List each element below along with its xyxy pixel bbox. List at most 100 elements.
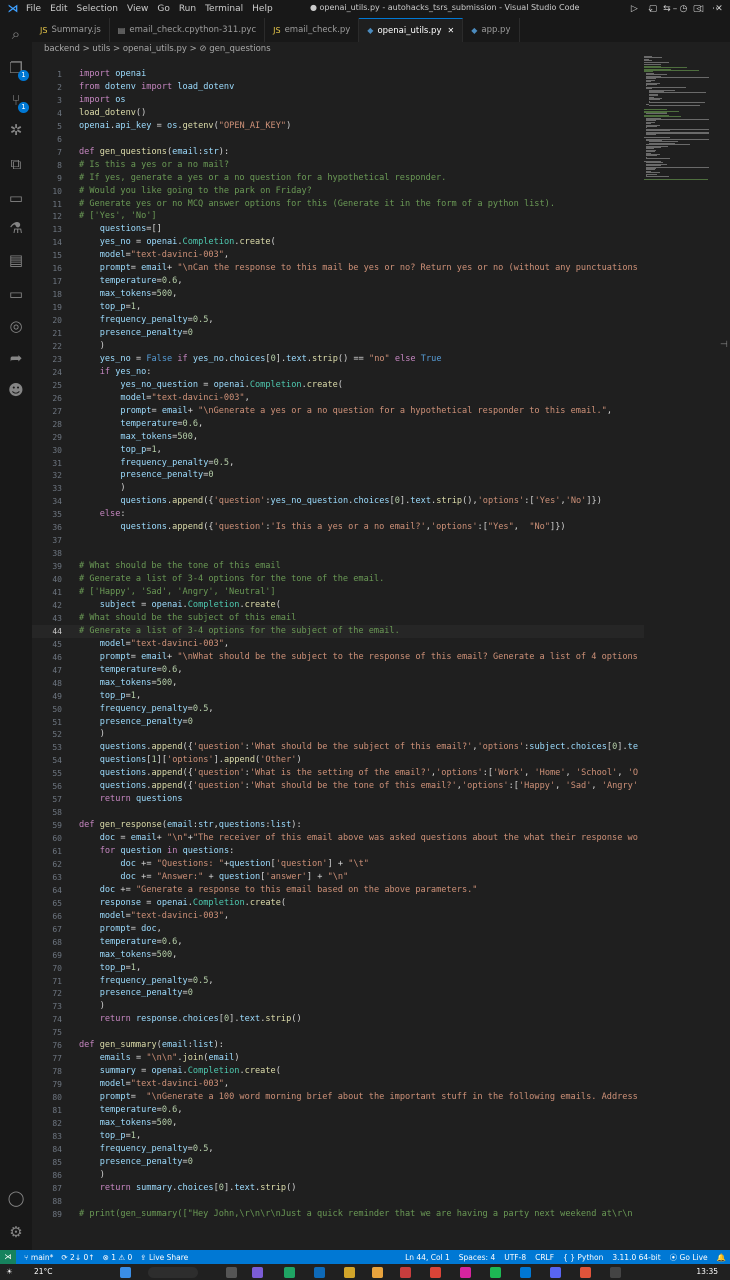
code-line[interactable]: 39 # What should be the tone of this emai… xyxy=(32,560,644,573)
code-line[interactable]: 32 presence_penalty=0 xyxy=(32,469,644,482)
code-line[interactable]: 87 return summary.choices[0].text.strip(… xyxy=(32,1182,644,1195)
code-line[interactable]: 75 xyxy=(32,1026,644,1039)
discord-icon[interactable] xyxy=(550,1267,561,1278)
code-line[interactable]: 34 questions.append({'question':yes_no_q… xyxy=(32,495,644,508)
code-line[interactable]: 16 prompt= email+ "\nCan the response to… xyxy=(32,262,644,275)
code-line[interactable]: 4 load_dotenv() xyxy=(32,107,644,120)
extensions-icon[interactable]: ⧉ xyxy=(6,154,26,174)
code-line[interactable]: 46 prompt= email+ "\nWhat should be the … xyxy=(32,651,644,664)
code-line[interactable]: 52 ) xyxy=(32,728,644,741)
indentation[interactable]: Spaces: 4 xyxy=(459,1253,495,1262)
settings-gear-icon[interactable]: ⚙ xyxy=(6,1222,26,1242)
code-line[interactable]: 84 frequency_penalty=0.5, xyxy=(32,1143,644,1156)
code-line[interactable]: 83 top_p=1, xyxy=(32,1130,644,1143)
code-line[interactable]: 9 # If yes, generate a yes or a no questi… xyxy=(32,172,644,185)
code-line[interactable]: 81 temperature=0.6, xyxy=(32,1104,644,1117)
code-line[interactable]: 33 ) xyxy=(32,482,644,495)
tab-email-check-cpython-311-pyc[interactable]: ▤ email_check.cpython-311.pyc xyxy=(110,18,266,42)
code-line[interactable]: 28 temperature=0.6, xyxy=(32,418,644,431)
code-line[interactable]: 73 ) xyxy=(32,1000,644,1013)
branch-status[interactable]: ⑂ main* xyxy=(24,1253,53,1262)
code-line[interactable]: 42 subject = openai.Completion.create( xyxy=(32,599,644,612)
debug-icon[interactable]: ✲ xyxy=(6,120,26,140)
code-line[interactable]: 48 max_tokens=500, xyxy=(32,677,644,690)
app-icon-7[interactable] xyxy=(610,1267,621,1278)
code-line[interactable]: 30 top_p=1, xyxy=(32,444,644,457)
code-line[interactable]: 35 else: xyxy=(32,508,644,521)
code-line[interactable]: 67 prompt= doc, xyxy=(32,923,644,936)
code-line[interactable]: 24 if yes_no: xyxy=(32,366,644,379)
code-line[interactable]: 37 xyxy=(32,534,644,547)
code-line[interactable]: 36 questions.append({'question':'Is this… xyxy=(32,521,644,534)
code-line[interactable]: 59 def gen_response(email:str,questions:l… xyxy=(32,819,644,832)
code-line[interactable]: 1 import openai xyxy=(32,68,644,81)
code-line[interactable]: 68 temperature=0.6, xyxy=(32,936,644,949)
code-line[interactable]: 74 return response.choices[0].text.strip… xyxy=(32,1013,644,1026)
folder-icon[interactable]: ▭ xyxy=(6,284,26,304)
menu-go[interactable]: Go xyxy=(157,4,169,14)
menu-file[interactable]: File xyxy=(26,4,41,14)
code-line[interactable]: 12 # ['Yes', 'No'] xyxy=(32,210,644,223)
sync-status[interactable]: ⟳ 2↓ 0↑ xyxy=(61,1253,94,1262)
live-share-icon[interactable]: ➦ xyxy=(6,348,26,368)
code-line[interactable]: 77 emails = "\n\n".join(email) xyxy=(32,1052,644,1065)
code-line[interactable]: 58 xyxy=(32,806,644,819)
code-line[interactable]: 88 xyxy=(32,1195,644,1208)
code-line[interactable]: 76 def gen_summary(email:list): xyxy=(32,1039,644,1052)
code-line[interactable]: 55 questions.append({'question':'What is… xyxy=(32,767,644,780)
code-line[interactable]: 56 questions.append({'question':'What sh… xyxy=(32,780,644,793)
code-line[interactable]: 57 return questions xyxy=(32,793,644,806)
vscode-taskbar-icon[interactable] xyxy=(520,1267,531,1278)
remote-explorer-icon[interactable]: ▭ xyxy=(6,188,26,208)
code-line[interactable]: 19 top_p=1, xyxy=(32,301,644,314)
code-line[interactable]: 47 temperature=0.6, xyxy=(32,664,644,677)
account-icon[interactable]: ◯ xyxy=(6,1188,26,1208)
testing-icon[interactable]: ⚗ xyxy=(6,218,26,238)
code-line[interactable]: 70 top_p=1, xyxy=(32,962,644,975)
code-line[interactable]: 78 summary = openai.Completion.create( xyxy=(32,1065,644,1078)
encoding[interactable]: UTF-8 xyxy=(504,1253,526,1262)
app-icon-4[interactable] xyxy=(344,1267,355,1278)
code-line[interactable]: 82 max_tokens=500, xyxy=(32,1117,644,1130)
taskbar-search[interactable] xyxy=(148,1267,198,1278)
interpreter[interactable]: 3.11.0 64-bit xyxy=(612,1253,660,1262)
code-line[interactable]: 18 max_tokens=500, xyxy=(32,288,644,301)
code-line[interactable]: 65 response = openai.Completion.create( xyxy=(32,897,644,910)
code-line[interactable]: 40 # Generate a list of 3-4 options for t… xyxy=(32,573,644,586)
code-line[interactable]: 26 model="text-davinci-003", xyxy=(32,392,644,405)
editor-actions[interactable]: ▷ ⌄ ⇆ ◷ ◁ ⋯ xyxy=(631,4,724,14)
code-line[interactable]: 3 import os xyxy=(32,94,644,107)
code-line[interactable]: 31 frequency_penalty=0.5, xyxy=(32,457,644,470)
go-live[interactable]: ⦿ Go Live xyxy=(670,1252,708,1263)
breadcrumb[interactable]: backend > utils > openai_utils.py > ⊘ ge… xyxy=(44,44,271,54)
code-editor[interactable]: 1 import openai 2 from dotenv import load_d… xyxy=(32,56,644,1248)
app-icon-5[interactable] xyxy=(400,1267,411,1278)
code-line[interactable]: 15 model="text-davinci-003", xyxy=(32,249,644,262)
code-line[interactable]: 43 # What should be the subject of this e… xyxy=(32,612,644,625)
code-line[interactable]: 60 doc = email+ "\n"+"The receiver of th… xyxy=(32,832,644,845)
code-line[interactable]: 6 xyxy=(32,133,644,146)
minimap[interactable] xyxy=(644,56,720,186)
file-explorer-icon[interactable] xyxy=(372,1267,383,1278)
code-line[interactable]: 10 # Would you like going to the park on … xyxy=(32,185,644,198)
menu-terminal[interactable]: Terminal xyxy=(205,4,243,14)
code-line[interactable]: 51 presence_penalty=0 xyxy=(32,716,644,729)
eol[interactable]: CRLF xyxy=(535,1253,554,1262)
code-line[interactable]: 8 # Is this a yes or a no mail? xyxy=(32,159,644,172)
code-line[interactable]: 53 questions.append({'question':'What sh… xyxy=(32,741,644,754)
code-line[interactable]: 25 yes_no_question = openai.Completion.c… xyxy=(32,379,644,392)
tab-openai-utils-py[interactable]: ◆ openai_utils.py ✕ xyxy=(359,18,464,42)
search-icon[interactable]: ⌕ xyxy=(6,24,26,44)
menu-view[interactable]: View xyxy=(127,4,148,14)
start-icon[interactable] xyxy=(120,1267,131,1278)
code-line[interactable]: 2 from dotenv import load_dotenv xyxy=(32,81,644,94)
code-line[interactable]: 72 presence_penalty=0 xyxy=(32,987,644,1000)
notifications-icon[interactable]: 🔔 xyxy=(717,1253,726,1262)
docker-icon[interactable]: ▤ xyxy=(6,250,26,270)
tab-summary-js[interactable]: JS Summary.js xyxy=(32,18,110,42)
menu-edit[interactable]: Edit xyxy=(50,4,67,14)
code-line[interactable]: 63 doc += "Answer:" + question['answer']… xyxy=(32,871,644,884)
code-line[interactable]: 86 ) xyxy=(32,1169,644,1182)
code-line[interactable]: 62 doc += "Questions: "+question['questi… xyxy=(32,858,644,871)
code-line[interactable]: 79 model="text-davinci-003", xyxy=(32,1078,644,1091)
